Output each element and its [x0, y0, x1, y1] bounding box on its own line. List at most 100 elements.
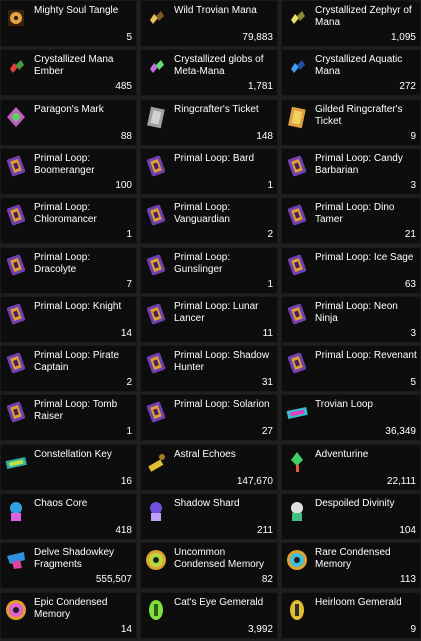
inventory-item[interactable]: Crystallized Aquatic Mana 272 — [281, 49, 421, 96]
inventory-item[interactable]: Primal Loop: Vanguardian 2 — [140, 197, 278, 244]
inventory-item[interactable]: Primal Loop: Bard 1 — [140, 148, 278, 195]
item-name: Gilded Ringcrafter's Ticket — [315, 104, 403, 127]
inventory-item[interactable]: Heirloom Gemerald 9 — [281, 592, 421, 639]
item-name: Primal Loop: Lunar Lancer — [174, 301, 259, 324]
inventory-item[interactable]: Rare Condensed Memory 113 — [281, 542, 421, 589]
inventory-item[interactable]: Paragon's Mark 88 — [0, 99, 137, 146]
inventory-item[interactable]: Primal Loop: Solarion 27 — [140, 394, 278, 441]
item-name: Crystallized Aquatic Mana — [315, 54, 403, 77]
inventory-item[interactable]: Shadow Shard 211 — [140, 493, 278, 540]
item-name: Primal Loop: Vanguardian — [174, 202, 231, 225]
inventory-item[interactable]: Delve Shadowkey Fragments 555,507 — [0, 542, 137, 589]
item-count: 3 — [410, 328, 416, 339]
item-name: Chaos Core — [34, 498, 88, 509]
chaos-core-icon — [4, 499, 28, 523]
inventory-item[interactable]: Primal Loop: Shadow Hunter 31 — [140, 345, 278, 392]
inventory-item[interactable]: Astral Echoes 147,670 — [140, 444, 278, 491]
condensed-memory-icon — [4, 598, 28, 622]
inventory-item[interactable]: Primal Loop: Pirate Captain 2 — [0, 345, 137, 392]
inventory-item[interactable]: Constellation Key 16 — [0, 444, 137, 491]
item-name: Primal Loop: Bard — [174, 153, 255, 164]
item-count: 22,111 — [386, 476, 416, 487]
item-name: Primal Loop: Solarion — [174, 399, 270, 410]
item-count: 147,670 — [236, 476, 273, 487]
primal-loop-icon — [285, 351, 309, 375]
item-name: Mighty Soul Tangle — [34, 5, 119, 16]
inventory-item[interactable]: Gilded Ringcrafter's Ticket 9 — [281, 99, 421, 146]
item-count: 16 — [120, 476, 132, 487]
inventory-item[interactable]: Primal Loop: Chloromancer 1 — [0, 197, 137, 244]
inventory-item[interactable]: Primal Loop: Revenant 5 — [281, 345, 421, 392]
primal-loop-icon — [4, 203, 28, 227]
inventory-item[interactable]: Primal Loop: Gunslinger 1 — [140, 247, 278, 294]
item-name: Cat's Eye Gemerald — [174, 597, 264, 608]
item-name: Primal Loop: Ice Sage — [315, 252, 414, 263]
primal-loop-icon — [144, 400, 168, 424]
item-count: 100 — [115, 180, 132, 191]
item-count: 1 — [267, 180, 273, 191]
inventory-item[interactable]: Despoiled Divinity 104 — [281, 493, 421, 540]
item-count: 113 — [400, 574, 416, 585]
inventory-item[interactable]: Trovian Loop 36,349 — [281, 394, 421, 441]
inventory-grid: Mighty Soul Tangle 5 Wild Trovian Mana 79,8… — [0, 0, 421, 641]
inventory-item[interactable]: Primal Loop: Dracolyte 7 — [0, 247, 137, 294]
inventory-item[interactable]: Primal Loop: Dino Tamer 21 — [281, 197, 421, 244]
primal-loop-icon — [285, 154, 309, 178]
item-name: Uncommon Condensed Memory — [174, 547, 265, 570]
inventory-item[interactable]: Crystallized Mana Ember 485 — [0, 49, 137, 96]
item-count: 21 — [404, 229, 416, 240]
ticket-icon — [144, 105, 168, 129]
trovian-loop-icon — [285, 400, 309, 424]
primal-loop-icon — [4, 154, 28, 178]
item-name: Ringcrafter's Ticket — [174, 104, 259, 115]
primal-loop-icon — [285, 253, 309, 277]
item-count: 211 — [257, 525, 273, 536]
ember-crystal-icon — [4, 55, 28, 79]
item-name: Primal Loop: Revenant — [315, 350, 417, 361]
inventory-item[interactable]: Adventurine 22,111 — [281, 444, 421, 491]
item-count: 14 — [120, 624, 132, 635]
inventory-item[interactable]: Primal Loop: Ice Sage 63 — [281, 247, 421, 294]
inventory-item[interactable]: Primal Loop: Boomeranger 100 — [0, 148, 137, 195]
item-count: 272 — [399, 81, 416, 92]
inventory-item[interactable]: Primal Loop: Knight 14 — [0, 296, 137, 343]
item-count: 1,781 — [247, 81, 273, 92]
item-name: Primal Loop: Chloromancer — [34, 202, 97, 225]
item-name: Primal Loop: Shadow Hunter — [174, 350, 270, 373]
primal-loop-icon — [285, 203, 309, 227]
meta-mana-icon — [144, 55, 168, 79]
item-count: 31 — [261, 377, 273, 388]
inventory-item[interactable]: Crystallized Zephyr of Mana 1,095 — [281, 0, 421, 47]
inventory-item[interactable]: Mighty Soul Tangle 5 — [0, 0, 137, 47]
item-count: 9 — [410, 624, 416, 635]
item-name: Primal Loop: Boomeranger — [34, 153, 95, 176]
inventory-item[interactable]: Ringcrafter's Ticket 148 — [140, 99, 278, 146]
inventory-item[interactable]: Cat's Eye Gemerald 3,992 — [140, 592, 278, 639]
inventory-item[interactable]: Uncommon Condensed Memory 82 — [140, 542, 278, 589]
inventory-item[interactable]: Primal Loop: Tomb Raiser 1 — [0, 394, 137, 441]
item-count: 3 — [410, 180, 416, 191]
inventory-item[interactable]: Crystallized globs of Meta-Mana 1,781 — [140, 49, 278, 96]
item-count: 1 — [126, 229, 132, 240]
item-count: 27 — [261, 426, 273, 437]
item-name: Adventurine — [315, 449, 369, 460]
inventory-item[interactable]: Primal Loop: Lunar Lancer 11 — [140, 296, 278, 343]
item-name: Crystallized Mana Ember — [34, 54, 114, 77]
inventory-item[interactable]: Wild Trovian Mana 79,883 — [140, 0, 278, 47]
item-name: Primal Loop: Dino Tamer — [315, 202, 395, 225]
constellation-key-icon — [4, 450, 28, 474]
item-name: Primal Loop: Neon Ninja — [315, 301, 398, 324]
item-name: Despoiled Divinity — [315, 498, 395, 509]
item-name: Heirloom Gemerald — [315, 597, 402, 608]
primal-loop-icon — [144, 203, 168, 227]
inventory-item[interactable]: Primal Loop: Candy Barbarian 3 — [281, 148, 421, 195]
inventory-item[interactable]: Primal Loop: Neon Ninja 3 — [281, 296, 421, 343]
item-name: Primal Loop: Tomb Raiser — [34, 399, 118, 422]
inventory-item[interactable]: Epic Condensed Memory 14 — [0, 592, 137, 639]
paragon-mark-icon — [4, 105, 28, 129]
heirloom-gemerald-icon — [285, 598, 309, 622]
inventory-item[interactable]: Chaos Core 418 — [0, 493, 137, 540]
item-name: Delve Shadowkey Fragments — [34, 547, 115, 570]
item-name: Crystallized globs of Meta-Mana — [174, 54, 264, 77]
item-count: 485 — [115, 81, 132, 92]
